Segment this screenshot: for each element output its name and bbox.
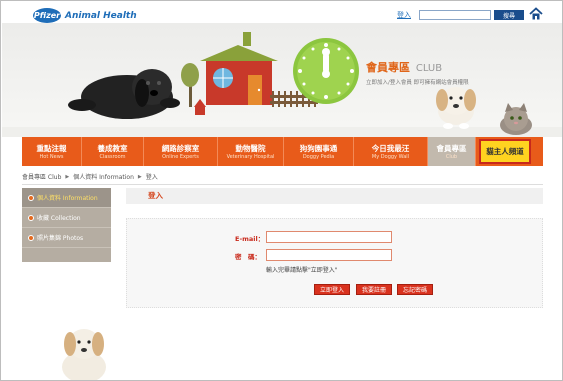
nav-label: 會員專區 (436, 144, 467, 153)
nav-label: 狗狗園事通 (299, 144, 338, 153)
nav-classroom[interactable]: 養成教室 Classroom (82, 137, 144, 166)
page-frame: Pfizer Animal Health 登入 搜尋 會員專區 CLUB 立即加… (0, 0, 563, 381)
home-icon[interactable] (529, 7, 543, 21)
bullet-icon (28, 214, 34, 221)
nav-label-en: Online Experts (162, 154, 199, 160)
nav-label: 網路診察室 (161, 144, 200, 153)
pfizer-logo[interactable]: Pfizer Animal Health (33, 8, 137, 23)
breadcrumb-separator-icon: ▶ (65, 173, 70, 180)
nav-online-experts[interactable]: 網路診察室 Online Experts (144, 137, 218, 166)
nav-label-en: Doggy Pedia (302, 154, 335, 160)
register-button[interactable]: 我要註冊 (356, 284, 392, 295)
page-title: 登入 (148, 191, 163, 200)
pfizer-logo-mark: Pfizer (33, 8, 61, 23)
login-link[interactable]: 登入 (397, 10, 411, 20)
nav-label: 養成教室 (97, 144, 128, 153)
nav-label: 今日我最汪 (371, 144, 410, 153)
email-label: E-mail： (235, 235, 265, 243)
nav-label: 貓主人頻道 (486, 147, 524, 156)
pfizer-logo-text: Animal Health (65, 10, 137, 21)
search-input[interactable] (419, 10, 491, 20)
nav-club[interactable]: 會員專區 Club (428, 137, 476, 166)
golden-puppy-image (436, 87, 476, 129)
nav-label-en: Hot News (39, 154, 64, 160)
club-title: 會員專區 CLUB (366, 59, 442, 75)
nav-label-en: Veterinary Hospital (226, 154, 275, 160)
main-nav: 重點注報 Hot News 養成教室 Classroom 網路診察室 Onlin… (22, 137, 543, 166)
nav-label-en: Club (445, 154, 458, 160)
club-title-zh: 會員專區 (366, 61, 410, 74)
clock-image (293, 38, 359, 104)
club-title-en: CLUB (415, 63, 443, 74)
nav-label: 重點注報 (36, 144, 67, 153)
banner-illustration (2, 32, 562, 137)
email-field[interactable] (266, 231, 392, 243)
breadcrumb-divider (22, 184, 543, 185)
password-label: 密 碼： (235, 253, 261, 261)
kitten-image (500, 103, 532, 135)
password-field[interactable] (266, 249, 392, 261)
club-subtitle: 立即加入/登入會員 即可擁有網站會員權限 (366, 80, 469, 86)
nav-hot-news[interactable]: 重點注報 Hot News (22, 137, 82, 166)
nav-label-en: Classroom (99, 154, 126, 160)
sidebar-item-photos[interactable]: 照片集錦 Photos (22, 228, 111, 248)
main-title-bar (126, 188, 543, 204)
nav-label-en: My Doggy Wall (371, 154, 410, 160)
nav-doggy-pedia[interactable]: 狗狗園事通 Doggy Pedia (284, 137, 354, 166)
search-button[interactable]: 搜尋 (494, 10, 524, 20)
sidebar: 個人資料 Information 收藏 Collection 照片集錦 Phot… (22, 188, 111, 380)
bullet-icon (28, 234, 34, 241)
sidebar-item-collection[interactable]: 收藏 Collection (22, 208, 111, 228)
puppy-sidebar-image (22, 262, 111, 380)
nav-label: 動物醫院 (235, 144, 266, 153)
sidebar-item-label: 照片集錦 Photos (37, 235, 84, 242)
breadcrumb: 會員專區 Club ▶ 個人資料 Information ▶ 登入 (22, 172, 158, 182)
sidebar-item-label: 收藏 Collection (37, 215, 81, 222)
forgot-password-button[interactable]: 忘記密碼 (397, 284, 433, 295)
breadcrumb-information[interactable]: 個人資料 Information (73, 172, 134, 181)
bullet-icon (28, 194, 34, 201)
login-hint: 輸入完畢請點擊"立即登入" (266, 267, 338, 274)
sidebar-item-label: 個人資料 Information (37, 195, 98, 202)
breadcrumb-separator-icon: ▶ (137, 173, 142, 180)
login-button[interactable]: 立即登入 (314, 284, 350, 295)
nav-cat-owner-channel[interactable]: 貓主人頻道 (479, 139, 531, 164)
breadcrumb-club[interactable]: 會員專區 Club (22, 172, 61, 181)
nav-vet-hospital[interactable]: 動物醫院 Veterinary Hospital (218, 137, 284, 166)
hero-banner (2, 23, 562, 137)
black-dog-image (68, 69, 180, 119)
sidebar-item-information[interactable]: 個人資料 Information (22, 188, 111, 208)
nav-my-doggy-wall[interactable]: 今日我最汪 My Doggy Wall (354, 137, 428, 166)
breadcrumb-current: 登入 (145, 174, 158, 181)
